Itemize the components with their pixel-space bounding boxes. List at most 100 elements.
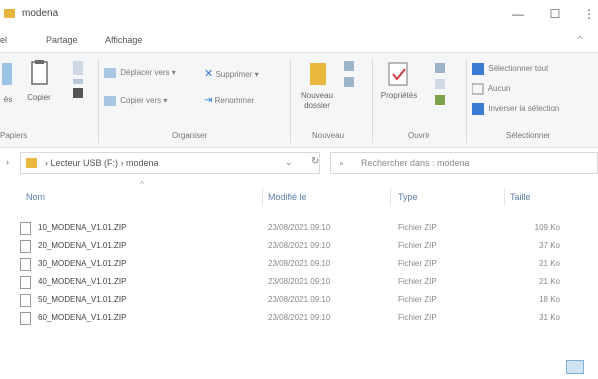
file-type: Fichier ZIP bbox=[398, 223, 437, 232]
select-none-label: Aucun bbox=[487, 84, 511, 94]
invert-selection-button[interactable]: Inverser la sélection bbox=[472, 103, 559, 115]
file-type: Fichier ZIP bbox=[398, 313, 437, 322]
copy-to-icon bbox=[104, 96, 116, 106]
file-type: Fichier ZIP bbox=[398, 259, 437, 268]
address-bar: › › Lecteur USB (F:) › modena ⌄ ↻ ⌕ Rech… bbox=[0, 148, 598, 178]
close-button[interactable]: ⋮ bbox=[580, 4, 598, 24]
maximize-button[interactable]: ☐ bbox=[540, 4, 570, 24]
new-item-button[interactable] bbox=[342, 59, 360, 89]
group-separator bbox=[290, 59, 291, 143]
tab-view[interactable]: Affichage bbox=[105, 35, 142, 45]
file-date: 23/08/2021 09:10 bbox=[268, 241, 331, 250]
sort-ascending-icon: ^ bbox=[140, 180, 144, 189]
delete-button[interactable]: ✕ Supprimer ▾ bbox=[204, 67, 259, 80]
file-size: 21 Ko bbox=[539, 259, 560, 268]
pin-icon bbox=[2, 63, 12, 85]
organize-group-label: Organiser bbox=[172, 131, 208, 140]
pin-label: ès bbox=[3, 95, 13, 104]
column-header-size[interactable]: Taille bbox=[510, 192, 531, 202]
file-size: 21 Ko bbox=[539, 277, 560, 286]
column-header-type[interactable]: Type bbox=[398, 192, 418, 202]
zip-file-icon bbox=[20, 276, 31, 289]
search-input[interactable]: Rechercher dans : modena bbox=[361, 158, 470, 168]
delete-icon: ✕ bbox=[204, 68, 214, 80]
file-list: ^ Nom Modifié le Type Taille 10_MODENA_V… bbox=[0, 178, 598, 379]
copy-button[interactable]: Copier bbox=[24, 59, 54, 103]
select-group-label: Sélectionner bbox=[506, 131, 551, 140]
column-header-modified[interactable]: Modifié le bbox=[268, 192, 307, 202]
refresh-icon[interactable]: ↻ bbox=[311, 156, 319, 167]
expand-ribbon-button[interactable]: ^ bbox=[578, 34, 582, 44]
file-date: 23/08/2021 09:10 bbox=[268, 277, 331, 286]
file-date: 23/08/2021 09:10 bbox=[268, 223, 331, 232]
details-view-toggle-button[interactable] bbox=[566, 360, 584, 374]
file-size: 37 Ko bbox=[539, 241, 560, 250]
address-dropdown-icon[interactable]: ⌄ bbox=[285, 157, 293, 168]
move-to-button[interactable]: Déplacer vers ▾ bbox=[104, 67, 176, 79]
file-name: 20_MODENA_V1.01.ZIP bbox=[38, 241, 127, 250]
file-size: 109 Ko bbox=[534, 223, 560, 232]
window-title: modena bbox=[22, 8, 59, 19]
select-all-icon bbox=[472, 63, 484, 75]
file-row[interactable]: 40_MODENA_V1.01.ZIP 23/08/2021 09:10 Fic… bbox=[20, 276, 580, 291]
pin-quick-access-button[interactable]: ès bbox=[0, 61, 16, 105]
new-folder-icon bbox=[310, 63, 326, 85]
open-actions-button[interactable] bbox=[432, 61, 452, 107]
group-separator bbox=[98, 59, 99, 143]
new-folder-button[interactable]: Nouveau dossier bbox=[294, 59, 340, 111]
file-row[interactable]: 10_MODENA_V1.01.ZIP 23/08/2021 09:10 Fic… bbox=[20, 222, 580, 237]
file-type: Fichier ZIP bbox=[398, 277, 437, 286]
zip-file-icon bbox=[20, 222, 31, 235]
column-separator[interactable] bbox=[504, 188, 505, 206]
copy-label: Copier bbox=[27, 93, 51, 102]
tab-file[interactable]: el bbox=[0, 35, 7, 45]
move-to-icon bbox=[104, 68, 116, 78]
file-date: 23/08/2021 09:10 bbox=[268, 313, 331, 322]
clipboard-icon bbox=[73, 61, 83, 98]
select-all-button[interactable]: Sélectionner tout bbox=[472, 63, 548, 75]
ribbon-tabs: el Partage Affichage ^ bbox=[0, 30, 598, 52]
paste-button[interactable] bbox=[58, 59, 98, 101]
column-header-name[interactable]: Nom bbox=[26, 192, 45, 202]
properties-label: Propriétés bbox=[380, 91, 418, 100]
file-name: 30_MODENA_V1.01.ZIP bbox=[38, 259, 127, 268]
folder-icon bbox=[26, 158, 37, 168]
zip-file-icon bbox=[20, 294, 31, 307]
zip-file-icon bbox=[20, 258, 31, 271]
tab-share[interactable]: Partage bbox=[46, 35, 78, 45]
new-item-icon bbox=[344, 61, 354, 87]
clipboard-group-label: Papiers bbox=[0, 131, 28, 140]
delete-label: Supprimer ▾ bbox=[215, 70, 259, 79]
file-date: 23/08/2021 09:10 bbox=[268, 259, 331, 268]
folder-icon bbox=[4, 9, 15, 18]
address-box[interactable]: › Lecteur USB (F:) › modena ⌄ ↻ bbox=[20, 152, 320, 174]
invert-selection-icon bbox=[472, 103, 484, 115]
properties-button[interactable]: Propriétés bbox=[374, 61, 424, 101]
select-all-label: Sélectionner tout bbox=[488, 64, 549, 74]
file-type: Fichier ZIP bbox=[398, 295, 437, 304]
file-row[interactable]: 30_MODENA_V1.01.ZIP 23/08/2021 09:10 Fic… bbox=[20, 258, 580, 273]
file-row[interactable]: 50_MODENA_V1.01.ZIP 23/08/2021 09:10 Fic… bbox=[20, 294, 580, 309]
file-date: 23/08/2021 09:10 bbox=[268, 295, 331, 304]
column-separator[interactable] bbox=[390, 188, 391, 206]
select-none-icon bbox=[472, 83, 484, 95]
rename-button[interactable]: ⇥ Renommer bbox=[204, 95, 254, 106]
group-separator bbox=[372, 59, 373, 143]
rename-icon: ⇥ bbox=[204, 95, 213, 106]
recent-locations-chevron-icon[interactable]: › bbox=[6, 157, 9, 167]
zip-file-icon bbox=[20, 240, 31, 253]
new-folder-label: Nouveau dossier bbox=[300, 91, 334, 110]
select-none-button[interactable]: Aucun bbox=[472, 83, 510, 95]
file-row[interactable]: 60_MODENA_V1.01.ZIP 23/08/2021 09:10 Fic… bbox=[20, 312, 580, 327]
column-separator[interactable] bbox=[262, 188, 263, 206]
file-name: 60_MODENA_V1.01.ZIP bbox=[38, 313, 127, 322]
copy-to-button[interactable]: Copier vers ▾ bbox=[104, 95, 167, 107]
move-to-label: Déplacer vers ▾ bbox=[120, 68, 176, 78]
group-separator bbox=[466, 59, 467, 143]
copy-icon bbox=[31, 60, 48, 85]
copy-to-label: Copier vers ▾ bbox=[120, 96, 168, 106]
address-path[interactable]: › Lecteur USB (F:) › modena bbox=[45, 158, 159, 168]
file-row[interactable]: 20_MODENA_V1.01.ZIP 23/08/2021 09:10 Fic… bbox=[20, 240, 580, 255]
search-box[interactable]: ⌕ Rechercher dans : modena bbox=[330, 152, 598, 174]
minimize-button[interactable]: — bbox=[503, 4, 533, 24]
